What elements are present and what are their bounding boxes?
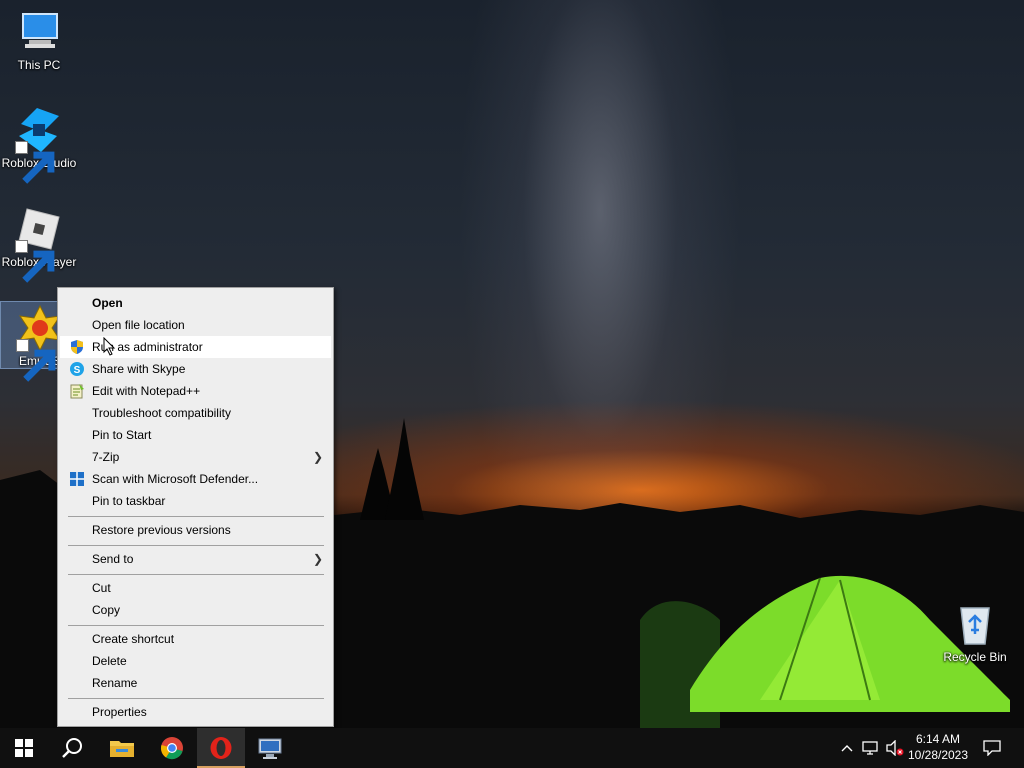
submenu-arrow-icon: ❯ — [312, 552, 323, 566]
menu-item-copy[interactable]: Copy — [60, 599, 331, 621]
menu-item-open[interactable]: Open — [60, 292, 331, 314]
start-icon — [15, 739, 33, 757]
menu-item-scan-with-defender[interactable]: Scan with Microsoft Defender... — [60, 468, 331, 490]
taskbar-opera[interactable] — [197, 728, 245, 768]
mouse-cursor-icon — [103, 337, 116, 356]
menu-item-share-with-skype[interactable]: S Share with Skype — [60, 358, 331, 380]
desktop-icon-label: Recycle Bin — [943, 650, 1007, 664]
menu-item-rename[interactable]: Rename — [60, 672, 331, 694]
search-button[interactable] — [48, 728, 96, 768]
skype-icon: S — [69, 361, 85, 377]
menu-item-pin-to-taskbar[interactable]: Pin to taskbar — [60, 490, 331, 512]
menu-item-run-as-administrator[interactable]: Run as administrator — [60, 336, 331, 358]
submenu-arrow-icon: ❯ — [312, 450, 323, 464]
desktop[interactable]: This PC Roblox Studio Roblox Player EmuO… — [0, 0, 1024, 728]
menu-item-7zip[interactable]: 7-Zip ❯ — [60, 446, 331, 468]
desktop-icon-label: This PC — [17, 58, 61, 72]
roblox-studio-icon[interactable]: Roblox Studio — [0, 106, 78, 184]
computer-icon — [22, 13, 58, 48]
menu-item-edit-with-notepadpp[interactable]: Edit with Notepad++ — [60, 380, 331, 402]
show-hidden-icons-button[interactable] — [838, 728, 856, 768]
file-explorer-icon — [110, 741, 134, 757]
menu-item-create-shortcut[interactable]: Create shortcut — [60, 628, 331, 650]
taskbar-remote-desktop[interactable] — [246, 728, 294, 768]
notepadpp-icon — [69, 383, 85, 399]
menu-separator — [68, 516, 324, 517]
menu-separator — [68, 545, 324, 546]
taskbar: 6:14 AM 10/28/2023 — [0, 728, 1024, 768]
remote-desktop-icon — [258, 738, 282, 759]
menu-item-delete[interactable]: Delete — [60, 650, 331, 672]
defender-icon — [69, 471, 85, 487]
shortcut-arrow-icon — [15, 141, 55, 184]
network-tray-button[interactable] — [860, 728, 882, 768]
shortcut-arrow-icon — [16, 339, 56, 382]
chrome-icon — [160, 737, 183, 760]
menu-item-pin-to-start[interactable]: Pin to Start — [60, 424, 331, 446]
taskbar-file-explorer[interactable] — [98, 728, 146, 768]
network-icon — [862, 741, 878, 755]
action-center-button[interactable] — [980, 728, 1004, 768]
menu-item-send-to[interactable]: Send to ❯ — [60, 548, 331, 570]
notification-icon — [983, 740, 1001, 756]
recycle-bin-glyph-icon — [960, 607, 990, 645]
menu-separator — [68, 698, 324, 699]
menu-item-cut[interactable]: Cut — [60, 577, 331, 599]
clock-time: 6:14 AM — [915, 732, 961, 746]
shield-icon — [69, 339, 85, 355]
menu-item-restore-previous-versions[interactable]: Restore previous versions — [60, 519, 331, 541]
menu-item-troubleshoot-compatibility[interactable]: Troubleshoot compatibility — [60, 402, 331, 424]
taskbar-chrome[interactable] — [148, 728, 196, 768]
svg-text:S: S — [74, 365, 81, 376]
context-menu: Open Open file location Run as administr… — [57, 287, 334, 727]
menu-separator — [68, 625, 324, 626]
clock-date: 10/28/2023 — [907, 748, 969, 762]
start-button[interactable] — [0, 728, 48, 768]
menu-item-properties[interactable]: Properties — [60, 701, 331, 723]
recycle-bin-icon[interactable]: Recycle Bin — [936, 600, 1014, 664]
search-icon — [62, 738, 82, 758]
menu-separator — [68, 574, 324, 575]
this-pc-icon[interactable]: This PC — [0, 8, 78, 72]
shortcut-arrow-icon — [15, 240, 55, 283]
menu-item-open-file-location[interactable]: Open file location — [60, 314, 331, 336]
opera-icon — [210, 737, 232, 759]
roblox-player-icon[interactable]: Roblox Player — [0, 205, 78, 283]
clock[interactable]: 6:14 AM 10/28/2023 — [900, 731, 976, 763]
chevron-up-icon — [841, 745, 853, 752]
